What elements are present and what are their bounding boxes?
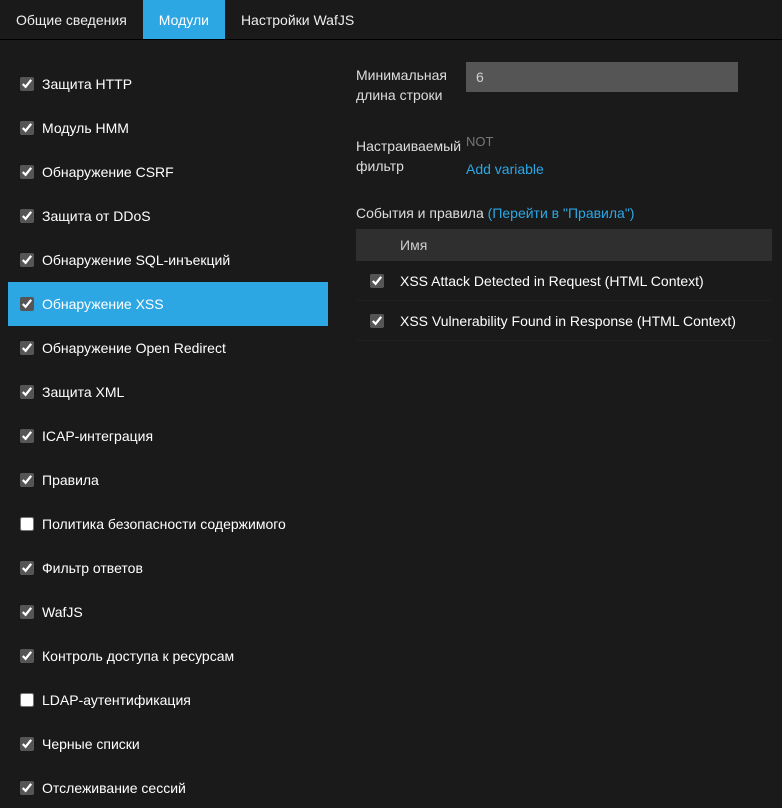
module-item-9[interactable]: Правила — [8, 458, 328, 502]
module-checkbox-10[interactable] — [20, 517, 34, 531]
module-checkbox-9[interactable] — [20, 473, 34, 487]
tab-bar: Общие сведенияМодулиНастройки WafJS — [0, 0, 782, 40]
module-checkbox-13[interactable] — [20, 649, 34, 663]
module-label-1: Модуль HMM — [42, 120, 129, 136]
events-section: События и правила (Перейти в "Правила") … — [356, 205, 772, 341]
filter-not-tag: NOT — [466, 134, 493, 149]
module-item-14[interactable]: LDAP-аутентификация — [8, 678, 328, 722]
module-label-9: Правила — [42, 472, 99, 488]
module-item-16[interactable]: Отслеживание сессий — [8, 766, 328, 808]
module-item-4[interactable]: Обнаружение SQL-инъекций — [8, 238, 328, 282]
module-label-0: Защита HTTP — [42, 76, 132, 92]
module-label-12: WafJS — [42, 604, 83, 620]
module-checkbox-7[interactable] — [20, 385, 34, 399]
module-item-2[interactable]: Обнаружение CSRF — [8, 150, 328, 194]
add-variable-link[interactable]: Add variable — [466, 161, 544, 177]
module-label-16: Отслеживание сессий — [42, 780, 186, 796]
module-checkbox-12[interactable] — [20, 605, 34, 619]
module-item-6[interactable]: Обнаружение Open Redirect — [8, 326, 328, 370]
event-checkbox-1[interactable] — [370, 314, 384, 328]
events-title: События и правила — [356, 205, 484, 221]
events-rules-link[interactable]: (Перейти в "Правила") — [488, 205, 635, 221]
event-checkbox-0[interactable] — [370, 274, 384, 288]
event-label-0: XSS Attack Detected in Request (HTML Con… — [400, 273, 704, 289]
module-checkbox-15[interactable] — [20, 737, 34, 751]
module-checkbox-0[interactable] — [20, 77, 34, 91]
tab-1[interactable]: Модули — [143, 0, 225, 39]
module-label-14: LDAP-аутентификация — [42, 692, 191, 708]
module-settings: Минимальная длина строки Настраиваемый ф… — [328, 40, 782, 808]
event-row-0[interactable]: XSS Attack Detected in Request (HTML Con… — [356, 261, 772, 301]
events-col-name: Имя — [400, 237, 427, 253]
min-length-input[interactable] — [466, 62, 738, 92]
custom-filter-value: NOT Add variable — [466, 133, 544, 177]
module-item-12[interactable]: WafJS — [8, 590, 328, 634]
custom-filter-row: Настраиваемый фильтр NOT Add variable — [356, 133, 772, 177]
module-checkbox-1[interactable] — [20, 121, 34, 135]
module-checkbox-16[interactable] — [20, 781, 34, 795]
module-checkbox-5[interactable] — [20, 297, 34, 311]
event-row-1[interactable]: XSS Vulnerability Found in Response (HTM… — [356, 301, 772, 341]
module-item-15[interactable]: Черные списки — [8, 722, 328, 766]
module-label-7: Защита XML — [42, 384, 124, 400]
tab-0[interactable]: Общие сведения — [0, 0, 143, 39]
module-label-10: Политика безопасности содержимого — [42, 516, 286, 532]
module-item-1[interactable]: Модуль HMM — [8, 106, 328, 150]
module-checkbox-14[interactable] — [20, 693, 34, 707]
module-label-15: Черные списки — [42, 736, 140, 752]
module-checkbox-6[interactable] — [20, 341, 34, 355]
module-item-0[interactable]: Защита HTTP — [8, 62, 328, 106]
module-label-3: Защита от DDoS — [42, 208, 151, 224]
module-item-7[interactable]: Защита XML — [8, 370, 328, 414]
module-item-3[interactable]: Защита от DDoS — [8, 194, 328, 238]
module-checkbox-4[interactable] — [20, 253, 34, 267]
min-length-row: Минимальная длина строки — [356, 62, 772, 105]
module-label-4: Обнаружение SQL-инъекций — [42, 252, 230, 268]
event-label-1: XSS Vulnerability Found in Response (HTM… — [400, 313, 736, 329]
min-length-label: Минимальная длина строки — [356, 62, 466, 105]
events-header: События и правила (Перейти в "Правила") — [356, 205, 772, 221]
tab-2[interactable]: Настройки WafJS — [225, 0, 370, 39]
module-item-13[interactable]: Контроль доступа к ресурсам — [8, 634, 328, 678]
module-label-8: ICAP-интеграция — [42, 428, 153, 444]
module-checkbox-11[interactable] — [20, 561, 34, 575]
module-label-2: Обнаружение CSRF — [42, 164, 174, 180]
module-label-13: Контроль доступа к ресурсам — [42, 648, 234, 664]
module-label-6: Обнаружение Open Redirect — [42, 340, 226, 356]
module-list: Защита HTTP Модуль HMM Обнаружение CSRF Защ… — [0, 40, 328, 808]
module-checkbox-2[interactable] — [20, 165, 34, 179]
module-item-11[interactable]: Фильтр ответов — [8, 546, 328, 590]
events-table-head: Имя — [356, 229, 772, 261]
custom-filter-label: Настраиваемый фильтр — [356, 133, 466, 176]
module-item-10[interactable]: Политика безопасности содержимого — [8, 502, 328, 546]
module-checkbox-3[interactable] — [20, 209, 34, 223]
module-item-5[interactable]: Обнаружение XSS — [8, 282, 328, 326]
module-label-5: Обнаружение XSS — [42, 296, 164, 312]
module-label-11: Фильтр ответов — [42, 560, 143, 576]
module-checkbox-8[interactable] — [20, 429, 34, 443]
module-item-8[interactable]: ICAP-интеграция — [8, 414, 328, 458]
events-rows: XSS Attack Detected in Request (HTML Con… — [356, 261, 772, 341]
